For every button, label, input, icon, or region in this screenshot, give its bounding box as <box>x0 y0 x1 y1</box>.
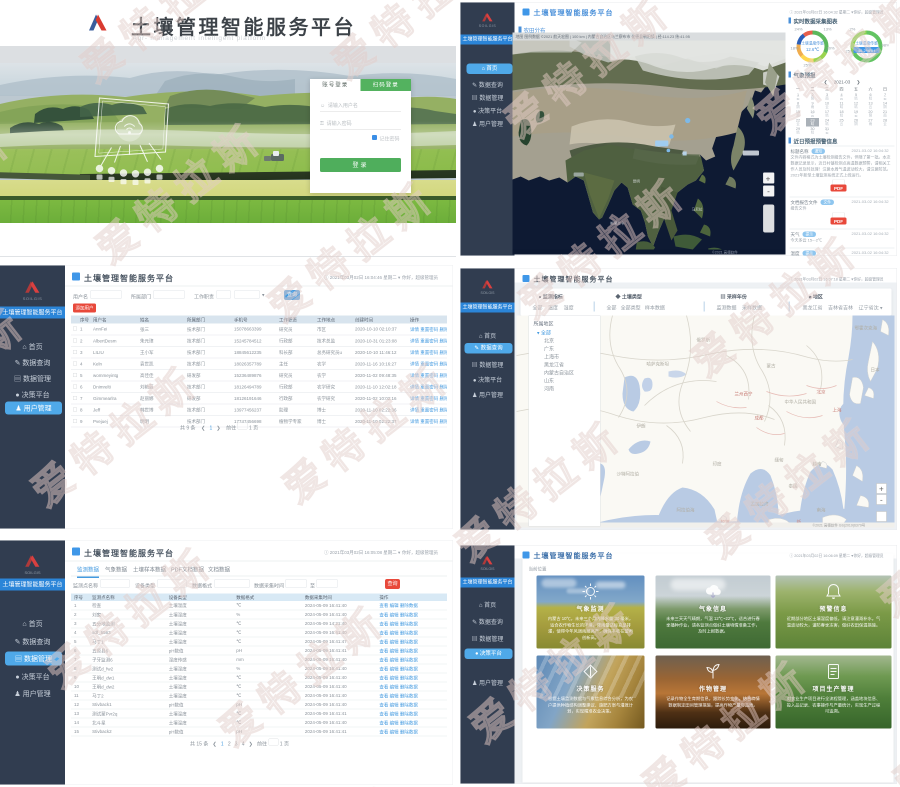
svg-text:98%: 98% <box>882 43 889 48</box>
svg-text:20%: 20% <box>827 46 835 51</box>
svg-text:地图 图例数据 ©2021 航天宏图 | 100 km |: 地图 图例数据 ©2021 航天宏图 | 100 km | 内蒙古自治区乌兰察布… <box>516 34 690 39</box>
svg-text:斯里兰卡: 斯里兰卡 <box>610 221 625 226</box>
svg-text:马尼拉: 马尼拉 <box>692 207 703 212</box>
svg-text:24%: 24% <box>795 27 803 32</box>
svg-text:孟加拉湾: 孟加拉湾 <box>751 501 769 508</box>
svg-text:上海: 上海 <box>833 407 842 414</box>
svg-text:-: - <box>767 187 770 196</box>
svg-text:缅甸: 缅甸 <box>775 457 784 464</box>
svg-text:沙特阿拉伯: 沙特阿拉伯 <box>617 471 640 478</box>
svg-text:鄂霍次克海: 鄂霍次克海 <box>855 325 878 332</box>
svg-text:俄罗斯: 俄罗斯 <box>697 337 711 344</box>
svg-text:蒙古: 蒙古 <box>767 363 776 370</box>
svg-text:13%: 13% <box>824 27 832 32</box>
svg-text:北京: 北京 <box>817 389 826 396</box>
svg-text:中华人民共和国: 中华人民共和国 <box>785 399 817 406</box>
svg-text:©2021 高德软件: ©2021 高德软件 <box>712 250 738 255</box>
svg-text:-: - <box>880 496 883 505</box>
svg-text:昆明: 昆明 <box>633 179 641 184</box>
svg-text:南海: 南海 <box>817 507 826 514</box>
svg-text:25%: 25% <box>804 63 812 68</box>
svg-text:PDF: PDF <box>834 219 843 224</box>
svg-text:25%: 25% <box>846 49 854 54</box>
svg-text:2%: 2% <box>850 27 856 32</box>
svg-text:12.6℃: 12.6℃ <box>806 47 819 52</box>
svg-text:兰州西宁: 兰州西宁 <box>735 391 753 398</box>
svg-text:越南: 越南 <box>813 461 822 468</box>
svg-text:阿拉伯海: 阿拉伯海 <box>677 507 695 514</box>
svg-text:©2021 高德软件 GS(2019)6379号: ©2021 高德软件 GS(2019)6379号 <box>813 523 866 528</box>
svg-text:+: + <box>766 175 771 184</box>
svg-text:46.2%RH: 46.2%RH <box>858 48 875 53</box>
svg-text:PDF: PDF <box>834 186 843 191</box>
svg-text:哈萨克斯坦: 哈萨克斯坦 <box>647 361 670 368</box>
svg-text:伊朗: 伊朗 <box>637 423 646 430</box>
svg-text:土壤温度传感: 土壤温度传感 <box>801 41 824 46</box>
svg-text:泰国: 泰国 <box>789 483 798 490</box>
svg-text:成都: 成都 <box>755 415 764 422</box>
svg-text:日本: 日本 <box>871 367 880 374</box>
svg-text:18%: 18% <box>791 46 799 51</box>
svg-text:土壤湿度传感: 土壤湿度传感 <box>855 41 878 46</box>
svg-text:印度: 印度 <box>713 461 722 468</box>
svg-text:+: + <box>879 485 884 494</box>
